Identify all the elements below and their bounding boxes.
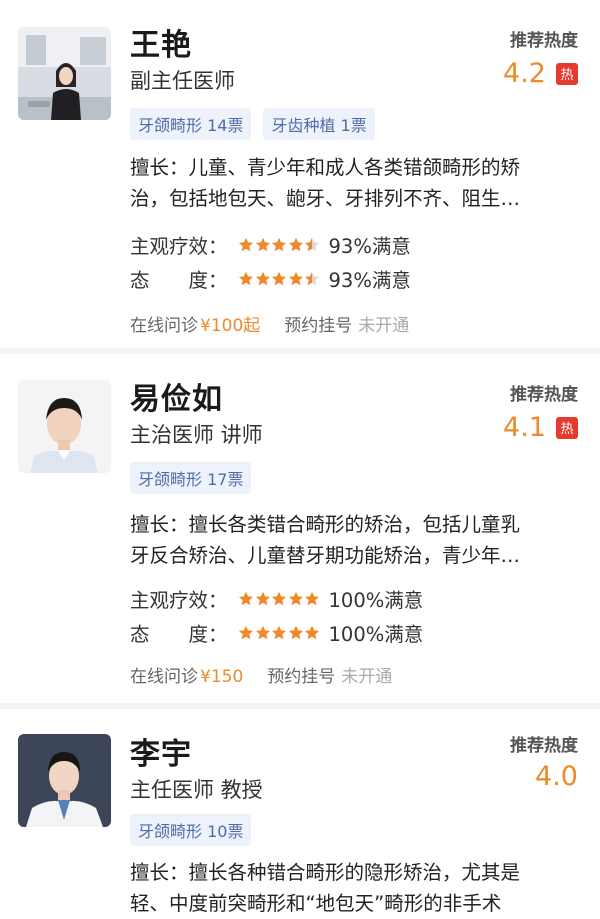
star-icon [255, 591, 270, 605]
rating-text: 100%满意 [328, 589, 424, 612]
star-icon [255, 237, 270, 251]
specialty-line: 治，包括地包天、龅牙、牙排列不齐、阻生… [130, 187, 521, 210]
appointment-status: 未开通 [341, 667, 393, 687]
specialty-line: 轻、中度前突畸形和“地包天”畸形的非手术 [130, 892, 502, 915]
disease-tag[interactable]: 牙颌畸形 14票 [130, 108, 252, 140]
star-icon [271, 237, 287, 251]
heat-value: 4.2 [503, 58, 546, 89]
rating-label: 态 度： [130, 623, 228, 646]
star-icon [238, 237, 254, 251]
star-rating [238, 271, 321, 287]
specialty-text: 擅长：擅长各类错合畸形的矫治，包括儿童乳 牙反合矫治、儿童替牙期功能矫治，青少年… [130, 509, 570, 571]
online-consult-label: 在线问诊 [130, 667, 198, 687]
service-footer: 在线问诊 ¥150 预约挂号 未开通 [130, 662, 392, 687]
specialty-line: 擅长：擅长各种错合畸形的隐形矫治，尤其是 [130, 861, 521, 884]
rating-label: 主观疗效： [130, 589, 228, 612]
specialty-line: 擅长：儿童、青少年和成人各类错颌畸形的矫 [130, 156, 521, 179]
doctor-photo[interactable] [18, 734, 111, 827]
star-icon [271, 591, 287, 605]
appointment-label: 预约挂号 [284, 316, 353, 336]
star-icon [255, 271, 270, 285]
specialty-line: 牙反合矫治、儿童替牙期功能矫治，青少年… [130, 544, 521, 567]
doctor-name[interactable]: 易俭如 [130, 374, 223, 418]
doctor-card[interactable]: 易俭如 主治医师 讲师 推荐热度 4.1 热 牙颌畸形 17票 擅长：擅长各类错… [0, 354, 600, 703]
disease-tag[interactable]: 牙颌畸形 17票 [130, 462, 252, 494]
tag-list: 牙颌畸形 17票 [130, 462, 252, 494]
star-rating [238, 591, 321, 607]
star-icon [238, 271, 254, 285]
hot-badge: 热 [556, 62, 578, 85]
star-rating [238, 625, 321, 641]
star-rating [238, 237, 321, 253]
doctor-card[interactable]: 王艳 副主任医师 推荐热度 4.2 热 牙颌畸形 14票 牙齿种植 1票 擅长：… [0, 0, 600, 348]
star-icon [304, 237, 320, 251]
star-icon [304, 271, 320, 285]
online-price: ¥150 [200, 667, 244, 687]
tag-list: 牙颌畸形 14票 牙齿种植 1票 [130, 108, 375, 140]
heat-row: 4.0 [535, 761, 578, 792]
star-icon [255, 625, 270, 639]
star-icon [238, 591, 254, 605]
online-consult-link[interactable]: 在线问诊 ¥150 [130, 662, 243, 687]
star-icon [271, 625, 287, 639]
heat-label: 推荐热度 [510, 736, 578, 756]
star-icon [304, 625, 320, 639]
rating-attitude: 态 度： 93%满意 [130, 264, 411, 293]
rating-text: 93%满意 [328, 269, 411, 292]
tag-list: 牙颌畸形 10票 [130, 814, 252, 846]
star-icon [288, 591, 303, 605]
rating-attitude: 态 度： 100%满意 [130, 618, 423, 647]
rating-text: 93%满意 [328, 235, 411, 258]
heat-value: 4.0 [535, 761, 578, 792]
doctor-name[interactable]: 王艳 [130, 20, 192, 64]
star-icon [238, 625, 254, 639]
appointment-status: 未开通 [358, 316, 410, 336]
heat-row: 4.2 热 [503, 58, 578, 89]
online-consult-link[interactable]: 在线问诊 ¥100起 [130, 311, 260, 336]
appointment-link[interactable]: 预约挂号 未开通 [284, 311, 409, 336]
rating-label: 态 度： [130, 269, 228, 292]
heat-label: 推荐热度 [510, 31, 578, 51]
hot-badge: 热 [556, 416, 578, 439]
doctor-photo[interactable] [18, 380, 111, 473]
specialty-text: 擅长：擅长各种错合畸形的隐形矫治，尤其是 轻、中度前突畸形和“地包天”畸形的非手… [130, 857, 570, 919]
doctor-list: 王艳 副主任医师 推荐热度 4.2 热 牙颌畸形 14票 牙齿种植 1票 擅长：… [0, 0, 600, 919]
doctor-name[interactable]: 李宇 [130, 729, 192, 773]
star-icon [288, 237, 303, 251]
appointment-label: 预约挂号 [267, 667, 336, 687]
rating-effect: 主观疗效： 100%满意 [130, 584, 423, 613]
heat-label: 推荐热度 [510, 385, 578, 405]
online-price: ¥100起 [200, 316, 261, 336]
star-icon [288, 625, 303, 639]
doctor-title: 主任医师 教授 [130, 778, 263, 802]
doctor-card[interactable]: 李宇 主任医师 教授 推荐热度 4.0 牙颌畸形 10票 擅长：擅长各种错合畸形… [0, 709, 600, 919]
rating-text: 100%满意 [328, 623, 424, 646]
appointment-link[interactable]: 预约挂号 未开通 [267, 662, 392, 687]
rating-label: 主观疗效： [130, 235, 228, 258]
service-footer: 在线问诊 ¥100起 预约挂号 未开通 [130, 311, 409, 336]
star-icon [288, 271, 303, 285]
star-icon [304, 591, 320, 605]
disease-tag[interactable]: 牙颌畸形 10票 [130, 814, 252, 846]
doctor-title: 主治医师 讲师 [130, 423, 263, 447]
specialty-line: 擅长：擅长各类错合畸形的矫治，包括儿童乳 [130, 513, 521, 536]
disease-tag[interactable]: 牙齿种植 1票 [263, 108, 375, 140]
heat-value: 4.1 [503, 412, 546, 443]
heat-row: 4.1 热 [503, 412, 578, 443]
doctor-title: 副主任医师 [130, 69, 235, 93]
doctor-photo[interactable] [18, 27, 111, 120]
specialty-text: 擅长：儿童、青少年和成人各类错颌畸形的矫 治，包括地包天、龅牙、牙排列不齐、阻生… [130, 152, 570, 214]
online-consult-label: 在线问诊 [130, 316, 198, 336]
rating-effect: 主观疗效： 93%满意 [130, 230, 411, 259]
star-icon [271, 271, 287, 285]
